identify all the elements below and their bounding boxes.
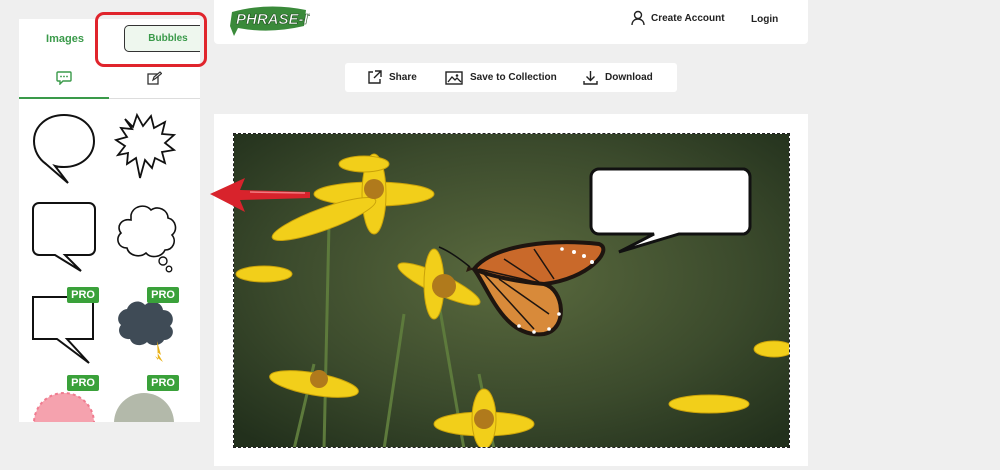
pro-badge: PRO bbox=[67, 287, 99, 303]
save-to-collection-button[interactable]: Save to Collection bbox=[445, 68, 557, 87]
bubble-pink-scallop[interactable]: PRO bbox=[31, 375, 101, 422]
share-icon bbox=[368, 70, 382, 84]
action-toolbar: Share Save to Collection Download bbox=[345, 63, 677, 92]
butterfly-photo bbox=[234, 134, 789, 447]
bubble-burst-speech[interactable] bbox=[111, 111, 181, 189]
pro-badge: PRO bbox=[147, 287, 179, 303]
pro-badge: PRO bbox=[147, 375, 179, 391]
image-collection-icon bbox=[445, 70, 463, 85]
bubble-panel: Images Bubbles PRO PRO PRO PRO bbox=[19, 19, 200, 422]
bubble-oval-speech[interactable] bbox=[31, 111, 101, 189]
speech-bubble-icon bbox=[56, 71, 72, 85]
top-header: PHRASE-IT Create Account Login bbox=[214, 0, 808, 44]
user-icon bbox=[631, 10, 645, 26]
bubble-square-speech[interactable]: PRO bbox=[31, 287, 101, 365]
phrase-it-logo[interactable]: PHRASE-IT bbox=[228, 4, 319, 43]
red-arrow-annotation bbox=[210, 178, 310, 212]
login-link[interactable]: Login bbox=[751, 14, 778, 25]
create-account-label: Create Account bbox=[651, 12, 725, 24]
bubble-grey-circle[interactable]: PRO bbox=[111, 375, 181, 422]
bubbles-tab-highlight bbox=[95, 12, 207, 67]
bubble-dark-cloud[interactable]: PRO bbox=[111, 287, 181, 365]
bubble-cloud-thought[interactable] bbox=[111, 199, 181, 277]
download-button[interactable]: Download bbox=[583, 68, 653, 87]
subtab-bubbles[interactable] bbox=[19, 59, 109, 99]
photo-canvas[interactable] bbox=[233, 133, 790, 448]
bubble-rect-speech[interactable] bbox=[31, 199, 101, 277]
share-button[interactable]: Share bbox=[367, 68, 417, 87]
download-icon bbox=[583, 71, 598, 85]
create-account-link[interactable]: Create Account bbox=[631, 10, 725, 26]
svg-text:PHRASE-IT: PHRASE-IT bbox=[236, 11, 310, 28]
edit-icon bbox=[146, 70, 162, 85]
pro-badge: PRO bbox=[67, 375, 99, 391]
